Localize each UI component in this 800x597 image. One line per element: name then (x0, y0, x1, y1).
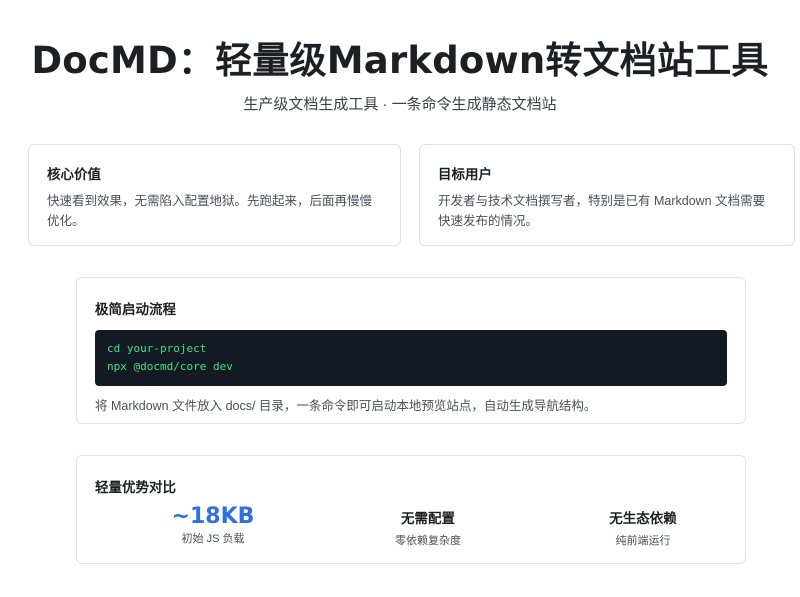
stat-label: 初始 JS 负载 (181, 533, 245, 545)
stat-value: 无需配置 (401, 511, 455, 527)
stats-row: ~18KB 初始 JS 负载 无需配置 零依赖复杂度 无生态依赖 纯前端运行 (95, 502, 727, 562)
stat-value: 无生态依赖 (609, 511, 677, 527)
target-users-text: 开发者与技术文档撰写者，特别是已有 Markdown 文档需要快速发布的情况。 (438, 194, 766, 228)
page-title: DocMD：轻量级Markdown转文档站工具 (31, 39, 769, 82)
code-line: cd your-project (107, 342, 207, 355)
core-value-text: 快速看到效果，无需陷入配置地狱。先跑起来，后面再慢慢优化。 (47, 194, 373, 228)
core-value-card: 核心价值 快速看到效果，无需陷入配置地狱。先跑起来，后面再慢慢优化。 (28, 144, 401, 246)
quickstart-note: 将 Markdown 文件放入 docs/ 目录，一条命令即可启动本地预览站点，… (95, 399, 597, 413)
page-subtitle: 生产级文档生成工具 · 一条命令生成静态文档站 (243, 96, 557, 113)
target-users-title: 目标用户 (438, 167, 492, 183)
stat-no-config: 无需配置 零依赖复杂度 (328, 502, 528, 548)
compare-card: 轻量优势对比 ~18KB 初始 JS 负载 无需配置 零依赖复杂度 无生态依赖 … (76, 455, 746, 564)
stat-label: 零依赖复杂度 (395, 535, 461, 547)
quickstart-card: 极简启动流程 cd your-project npx @docmd/core d… (76, 277, 746, 424)
compare-title: 轻量优势对比 (95, 480, 176, 496)
code-line: npx @docmd/core dev (107, 360, 233, 373)
stat-js-size: ~18KB 初始 JS 负载 (113, 502, 313, 546)
code-block[interactable]: cd your-project npx @docmd/core dev (95, 330, 727, 386)
target-users-card: 目标用户 开发者与技术文档撰写者，特别是已有 Markdown 文档需要快速发布… (419, 144, 795, 246)
stat-label: 纯前端运行 (615, 535, 671, 547)
stat-value: ~18KB (171, 504, 255, 529)
stat-no-ecosystem: 无生态依赖 纯前端运行 (543, 502, 743, 548)
page: DocMD：轻量级Markdown转文档站工具 生产级文档生成工具 · 一条命令… (0, 0, 800, 597)
core-value-title: 核心价值 (47, 167, 101, 183)
quickstart-title: 极简启动流程 (95, 302, 176, 318)
